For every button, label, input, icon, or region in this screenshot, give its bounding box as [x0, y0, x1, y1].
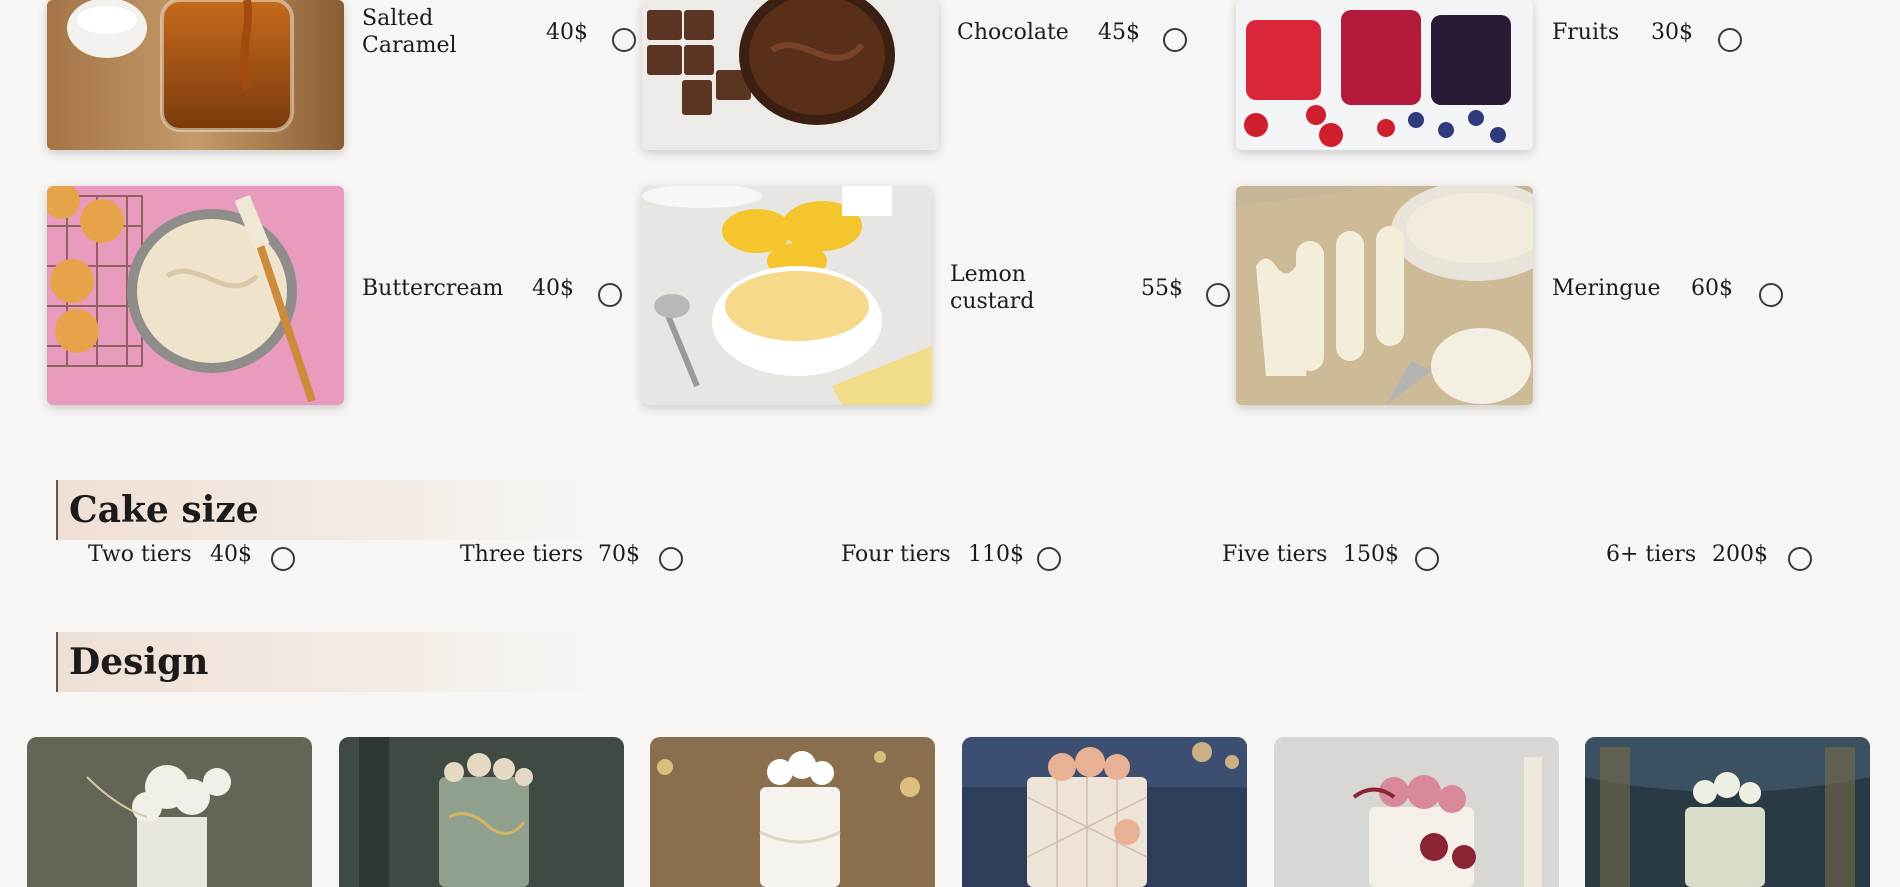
design-card-white-floral[interactable]	[27, 737, 312, 887]
filling-radio-salted-caramel[interactable]	[612, 28, 636, 52]
white-rose-cake-image	[650, 737, 935, 887]
size-radio-two-tiers[interactable]	[271, 547, 295, 571]
filling-price-fruits: 30$	[1651, 20, 1693, 45]
design-card-green-baroque[interactable]	[1585, 737, 1870, 887]
size-radio-6-plus-tiers[interactable]	[1788, 547, 1812, 571]
filling-label-buttercream: Buttercream	[362, 276, 504, 301]
lemon-custard-image	[642, 186, 932, 405]
filling-label-meringue: Meringue	[1552, 276, 1661, 301]
size-radio-five-tiers[interactable]	[1415, 547, 1439, 571]
chocolate-image	[642, 0, 939, 150]
filling-price-meringue: 60$	[1691, 276, 1733, 301]
buttercream-image	[47, 186, 344, 405]
white-floral-cake-image	[27, 737, 312, 887]
cake-size-section-header: Cake size	[56, 480, 598, 540]
filling-price-buttercream: 40$	[532, 276, 574, 301]
filling-radio-lemon-custard[interactable]	[1206, 283, 1230, 307]
design-section-header: Design	[56, 632, 598, 692]
size-label-three-tiers: Three tiers	[460, 542, 584, 567]
filling-label-fruits: Fruits	[1552, 20, 1620, 45]
filling-radio-meringue[interactable]	[1759, 283, 1783, 307]
size-label-four-tiers: Four tiers	[841, 542, 951, 567]
size-price-five-tiers: 150$	[1343, 542, 1399, 567]
size-label-five-tiers: Five tiers	[1222, 542, 1328, 567]
fruits-image	[1236, 0, 1533, 150]
filling-price-lemon-custard: 55$	[1141, 276, 1183, 301]
design-card-white-rose[interactable]	[650, 737, 935, 887]
filling-radio-fruits[interactable]	[1718, 28, 1742, 52]
design-title: Design	[69, 641, 209, 683]
pink-rose-cake-image	[1274, 737, 1559, 887]
peach-rose-cake-image	[962, 737, 1247, 887]
size-radio-three-tiers[interactable]	[659, 547, 683, 571]
salted-caramel-image	[47, 0, 344, 150]
size-label-two-tiers: Two tiers	[88, 542, 192, 567]
filling-label-chocolate: Chocolate	[957, 20, 1069, 45]
cake-size-title: Cake size	[69, 489, 259, 531]
design-card-pink-rose[interactable]	[1274, 737, 1559, 887]
filling-price-salted-caramel: 40$	[546, 20, 588, 45]
size-price-four-tiers: 110$	[968, 542, 1024, 567]
design-card-sage-gold[interactable]	[339, 737, 624, 887]
filling-price-chocolate: 45$	[1098, 20, 1140, 45]
filling-label-salted-caramel: Salted Caramel	[362, 6, 457, 58]
green-baroque-cake-image	[1585, 737, 1870, 887]
design-card-peach-rose[interactable]	[962, 737, 1247, 887]
size-price-6-plus-tiers: 200$	[1712, 542, 1768, 567]
size-price-two-tiers: 40$	[210, 542, 252, 567]
filling-radio-buttercream[interactable]	[598, 283, 622, 307]
meringue-image	[1236, 186, 1533, 405]
sage-gold-cake-image	[339, 737, 624, 887]
filling-label-lemon-custard: Lemon custard	[950, 262, 1035, 314]
size-price-three-tiers: 70$	[598, 542, 640, 567]
filling-radio-chocolate[interactable]	[1163, 28, 1187, 52]
size-radio-four-tiers[interactable]	[1037, 547, 1061, 571]
size-label-6-plus-tiers: 6+ tiers	[1606, 542, 1697, 567]
